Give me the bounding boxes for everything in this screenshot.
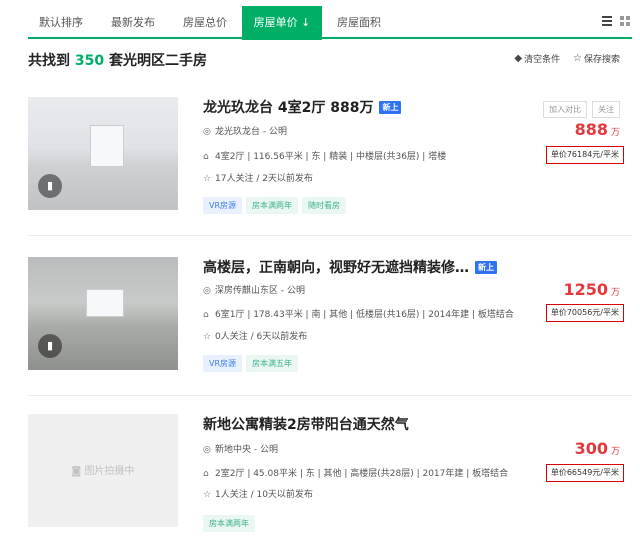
listing-photo[interactable]: ▮	[28, 97, 178, 210]
tab-unit-price[interactable]: 房屋单价 ↓	[242, 6, 322, 40]
photo-pending-label: ◙ 图片拍摄中	[71, 466, 135, 477]
tag-anytime-viewing: 随时看房	[302, 197, 347, 214]
grid-view-icon[interactable]	[620, 16, 630, 26]
tab-total-price[interactable]: 房屋总价	[172, 7, 238, 39]
tag-vr: VR房源	[203, 197, 243, 214]
listing-community[interactable]: ◎ 新地中央 - 公明	[203, 442, 278, 455]
unit-price: 单价70056元/平米	[545, 304, 624, 322]
header-actions: ◆ 清空条件 ☆ 保存搜索	[504, 52, 620, 65]
vr-icon: ▮	[38, 334, 62, 358]
listing-title[interactable]: 龙光玖龙台 4室2厅 888万 新上	[203, 97, 402, 117]
tab-latest[interactable]: 最新发布	[100, 7, 166, 39]
listing-buttons: 加入对比 关注	[538, 97, 620, 118]
star-icon: ☆	[573, 53, 582, 64]
unit-price: 单价66549元/平米	[545, 464, 624, 482]
listing-item[interactable]: ▮ 高楼层，正南朝向，视野好无遮挡精装修… 新上 ◎ 深房传麒山东区 - 公明 ⌂ 6…	[28, 257, 632, 397]
star-icon: ☆	[203, 332, 212, 342]
sort-tab-bar: 默认排序 最新发布 房屋总价 房屋单价 ↓ 房屋面积	[28, 6, 632, 40]
listing-item[interactable]: ◙ 图片拍摄中 新地公寓精装2房带阳台通天然气 ◎ 新地中央 - 公明 ⌂ 2室2厅…	[28, 414, 632, 545]
list-view-icon[interactable]	[602, 16, 612, 26]
new-badge: 新上	[379, 101, 402, 114]
result-count-heading: 共找到 350 套光明区二手房	[28, 50, 207, 70]
vr-icon: ▮	[38, 174, 62, 198]
house-icon: ⌂	[203, 152, 209, 162]
total-price: 1250 万	[563, 280, 620, 299]
photo-window-shape	[86, 289, 124, 317]
listing-title[interactable]: 新地公寓精装2房带阳台通天然气	[203, 414, 409, 434]
tab-default-sort[interactable]: 默认排序	[28, 7, 94, 39]
listing-follow-info: ☆ 0人关注 / 6天以前发布	[203, 332, 308, 342]
divider	[28, 235, 632, 236]
eraser-icon: ◆	[514, 53, 523, 64]
star-icon: ☆	[203, 174, 212, 184]
save-search-button[interactable]: ☆ 保存搜索	[573, 52, 620, 65]
listing-tags: 房本满两年	[203, 511, 259, 532]
tab-area[interactable]: 房屋面积	[326, 7, 392, 39]
view-toggle	[602, 16, 632, 28]
tag-deed-age: 房本满两年	[246, 197, 299, 214]
result-suffix: 套光明区二手房	[108, 53, 207, 69]
listing-photo[interactable]: ▮	[28, 257, 178, 370]
listing-follow-info: ☆ 17人关注 / 2天以前发布	[203, 174, 313, 184]
photo-window-shape	[90, 125, 124, 167]
location-icon: ◎	[203, 445, 211, 455]
listing-photo-placeholder[interactable]: ◙ 图片拍摄中	[28, 414, 178, 527]
total-price: 888 万	[574, 120, 620, 139]
listing-details: ⌂ 2室2厅 | 45.08平米 | 东 | 其他 | 高楼层(共28层) | 2…	[203, 469, 509, 479]
divider	[28, 395, 632, 396]
add-compare-button[interactable]: 加入对比	[543, 101, 587, 118]
listing-follow-info: ☆ 1人关注 / 10天以前发布	[203, 490, 313, 500]
listing-item[interactable]: ▮ 龙光玖龙台 4室2厅 888万 新上 ◎ 龙光玖龙台 - 公明 ⌂ 4室2厅 | …	[28, 97, 632, 237]
location-icon: ◎	[203, 286, 211, 296]
listing-details: ⌂ 6室1厅 | 178.43平米 | 南 | 其他 | 低楼层(共16层) | …	[203, 310, 514, 320]
tag-deed-age: 房本满两年	[203, 515, 255, 532]
listing-community[interactable]: ◎ 龙光玖龙台 - 公明	[203, 124, 287, 137]
listing-details: ⌂ 4室2厅 | 116.56平米 | 东 | 精装 | 中楼层(共36层) | …	[203, 152, 447, 162]
house-icon: ⌂	[203, 310, 209, 320]
tag-vr: VR房源	[203, 355, 243, 372]
clear-filters-button[interactable]: ◆ 清空条件	[514, 52, 560, 65]
listing-title[interactable]: 高楼层，正南朝向，视野好无遮挡精装修… 新上	[203, 257, 497, 277]
unit-price: 单价76184元/平米	[545, 146, 624, 164]
result-prefix: 共找到	[28, 53, 70, 69]
location-icon: ◎	[203, 127, 211, 137]
total-price: 300 万	[574, 439, 620, 458]
house-icon: ⌂	[203, 469, 209, 479]
listing-tags: VR房源 房本满两年 随时看房	[203, 193, 350, 214]
star-icon: ☆	[203, 490, 212, 500]
tag-deed-age: 房本满五年	[246, 355, 299, 372]
new-badge: 新上	[475, 261, 497, 274]
camera-icon: ◙	[71, 466, 85, 477]
listing-community[interactable]: ◎ 深房传麒山东区 - 公明	[203, 283, 305, 296]
listing-tags: VR房源 房本满五年	[203, 351, 302, 372]
follow-button[interactable]: 关注	[592, 101, 620, 118]
result-count: 350	[74, 53, 105, 69]
